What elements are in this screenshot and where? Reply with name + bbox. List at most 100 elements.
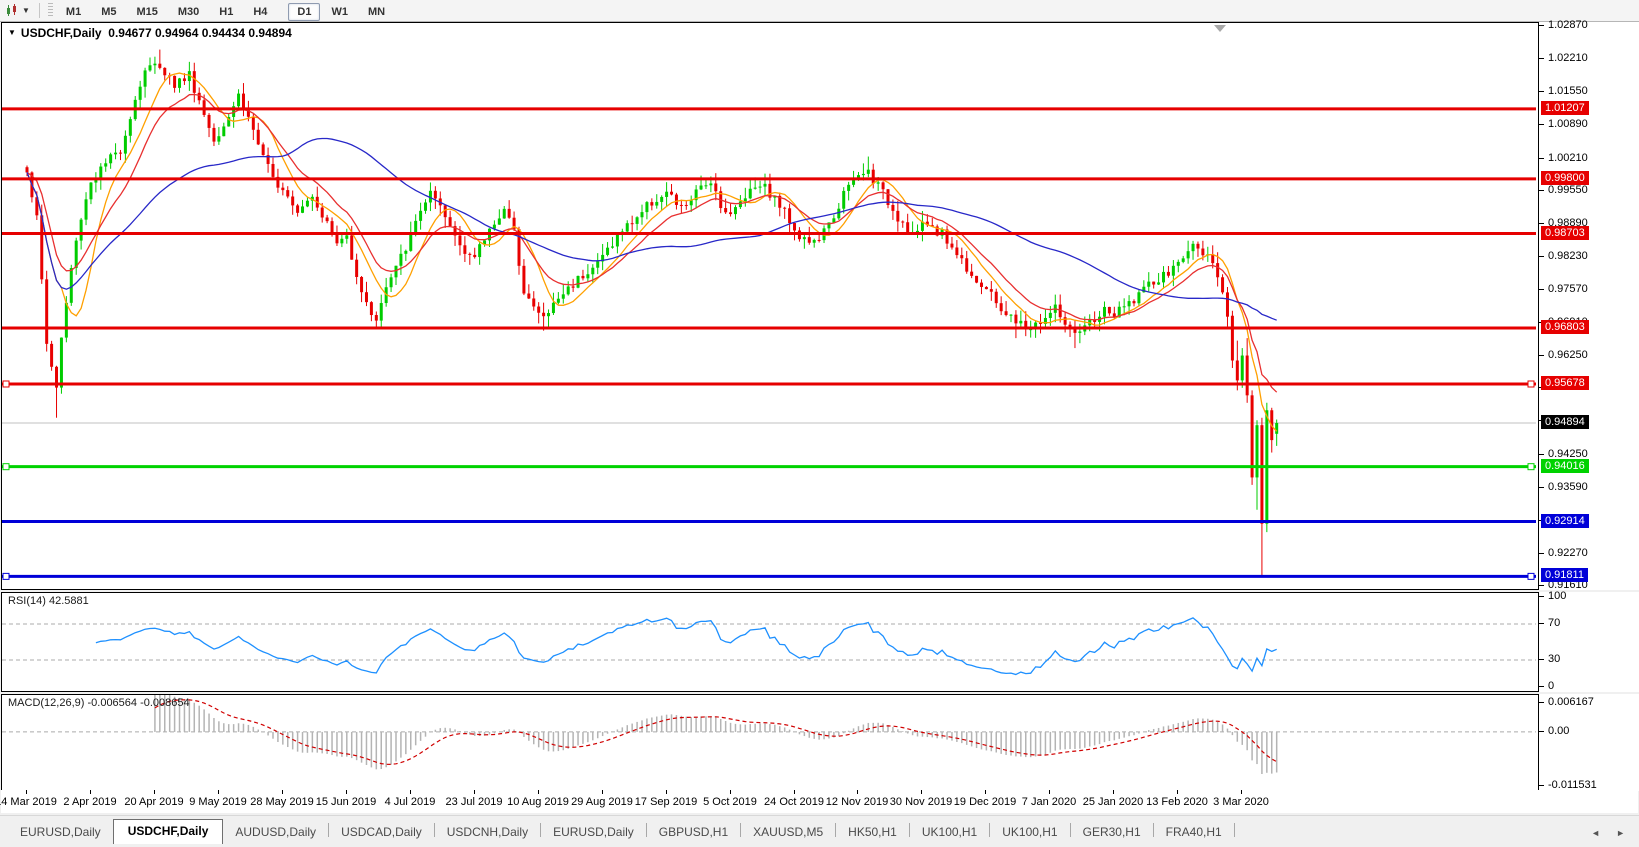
chart-tab-usdcad-daily[interactable]: USDCAD,Daily xyxy=(329,821,434,844)
candle-body xyxy=(463,245,466,254)
price-tick-mark xyxy=(1539,585,1544,586)
candle-body xyxy=(1049,313,1052,318)
candlestick-chart[interactable] xyxy=(2,23,1536,587)
candle-body xyxy=(1246,356,1249,396)
candle-body xyxy=(704,185,707,186)
rsi-pane[interactable]: RSI(14) 42.5881 xyxy=(1,592,1539,692)
candle-body xyxy=(1152,282,1155,285)
symbol-menu-icon[interactable]: ▼ xyxy=(8,28,16,37)
candle-body xyxy=(906,222,909,232)
chart-tab-usdcnh-daily[interactable]: USDCNH,Daily xyxy=(435,821,540,844)
tab-separator xyxy=(1234,823,1235,837)
candlestick-glyph xyxy=(6,4,19,17)
timeframe-button-mn[interactable]: MN xyxy=(359,3,394,21)
candle-body xyxy=(380,303,383,321)
line-handle[interactable] xyxy=(3,381,9,387)
chart-type-icon[interactable]: ▼ xyxy=(6,4,30,17)
timeframe-button-h1[interactable]: H1 xyxy=(210,3,242,21)
timeframe-button-m30[interactable]: M30 xyxy=(169,3,208,21)
timeframe-button-m5[interactable]: M5 xyxy=(92,3,125,21)
date-tick-mark xyxy=(602,790,603,794)
candle-body xyxy=(272,164,275,177)
candle-body xyxy=(729,212,732,214)
chart-tab-audusd-daily[interactable]: AUDUSD,Daily xyxy=(223,821,328,844)
candle-body xyxy=(690,200,693,205)
timeframe-button-h4[interactable]: H4 xyxy=(244,3,276,21)
macd-label: MACD(12,26,9) -0.006564 -0.008654 xyxy=(8,697,190,709)
toolbar-grip[interactable] xyxy=(48,3,53,18)
candle-body xyxy=(783,208,786,209)
timeframe-button-m15[interactable]: M15 xyxy=(127,3,166,21)
candle-body xyxy=(995,292,998,303)
candle-body xyxy=(1014,315,1017,324)
price-tick-mark xyxy=(1539,124,1544,125)
chart-tab-uk100-h1[interactable]: UK100,H1 xyxy=(990,821,1069,844)
date-tick-mark xyxy=(794,790,795,794)
timeframe-button-w1[interactable]: W1 xyxy=(322,3,357,21)
candle-body xyxy=(916,231,919,232)
candle-body xyxy=(670,192,673,195)
candle-body xyxy=(1216,263,1219,277)
price-tick-label: 0.97570 xyxy=(1548,283,1588,295)
tab-scroll-left-icon[interactable]: ◄ xyxy=(1591,828,1600,838)
candle-body xyxy=(345,235,348,238)
line-handle[interactable] xyxy=(1528,381,1534,387)
price-tick-mark xyxy=(1539,355,1544,356)
rsi-tick-label: 30 xyxy=(1548,653,1560,665)
chart-tab-gbpusd-h1[interactable]: GBPUSD,H1 xyxy=(647,821,740,844)
candle-body xyxy=(399,254,402,266)
date-axis[interactable]: 14 Mar 20192 Apr 201920 Apr 20199 May 20… xyxy=(1,790,1638,813)
timeframe-button-d1[interactable]: D1 xyxy=(288,3,320,21)
macd-pane[interactable]: MACD(12,26,9) -0.006564 -0.008654 xyxy=(1,694,1539,791)
chart-tab-eurusd-daily[interactable]: EURUSD,Daily xyxy=(8,821,113,844)
line-handle[interactable] xyxy=(1528,464,1534,470)
candle-body xyxy=(572,286,575,287)
timeframe-button-m1[interactable]: M1 xyxy=(57,3,90,21)
candle-body xyxy=(119,153,122,154)
candle-body xyxy=(89,183,92,200)
candle-body xyxy=(650,202,653,205)
chart-tab-usdchf-daily[interactable]: USDCHF,Daily xyxy=(113,819,224,844)
macd-chart[interactable] xyxy=(2,695,1536,788)
candle-body xyxy=(370,302,373,315)
candle-body xyxy=(404,251,407,254)
price-tick-mark xyxy=(1539,289,1544,290)
line-handle[interactable] xyxy=(3,464,9,470)
tab-scroll-right-icon[interactable]: ► xyxy=(1616,828,1625,838)
chart-tab-hk50-h1[interactable]: HK50,H1 xyxy=(836,821,909,844)
candle-body xyxy=(744,198,747,201)
price-tick-label: 1.02870 xyxy=(1548,19,1588,31)
candle-body xyxy=(739,201,742,207)
line-handle[interactable] xyxy=(1528,573,1534,579)
candle-body xyxy=(960,255,963,258)
date-tick-label: 4 Jul 2019 xyxy=(385,796,436,808)
main-chart-pane[interactable]: ▼USDCHF,Daily 0.94677 0.94964 0.94434 0.… xyxy=(1,22,1539,590)
line-handle[interactable] xyxy=(3,573,9,579)
chart-tab-eurusd-daily[interactable]: EURUSD,Daily xyxy=(541,821,646,844)
candle-body xyxy=(1064,317,1067,325)
rsi-chart[interactable] xyxy=(2,593,1536,689)
toolbar-separator xyxy=(39,3,40,18)
date-tick-label: 25 Jan 2020 xyxy=(1083,796,1144,808)
price-axis[interactable]: 1.028701.022101.015501.008901.002100.995… xyxy=(1539,22,1639,590)
candle-body xyxy=(65,303,68,338)
candle-body xyxy=(212,128,215,142)
candle-body xyxy=(1147,282,1150,287)
candle-body xyxy=(153,64,156,66)
date-tick-mark xyxy=(410,790,411,794)
price-label-0.94016: 0.94016 xyxy=(1541,459,1589,473)
chart-tab-xauusd-m5[interactable]: XAUUSD,M5 xyxy=(741,821,835,844)
chart-tab-fra40-h1[interactable]: FRA40,H1 xyxy=(1154,821,1234,844)
candle-body xyxy=(296,205,299,212)
candle-body xyxy=(257,130,260,145)
candle-body xyxy=(173,76,176,88)
candle-body xyxy=(1123,306,1126,307)
chart-tab-ger30-h1[interactable]: GER30,H1 xyxy=(1071,821,1153,844)
chart-symbol: USDCHF,Daily xyxy=(21,26,102,40)
chart-tabbar: EURUSD,DailyUSDCHF,DailyAUDUSD,DailyUSDC… xyxy=(0,815,1639,844)
candle-body xyxy=(901,222,904,223)
chevron-down-icon[interactable]: ▼ xyxy=(22,6,30,15)
chart-tab-uk100-h1[interactable]: UK100,H1 xyxy=(910,821,989,844)
candle-body xyxy=(596,261,599,267)
candle-body xyxy=(734,207,737,214)
